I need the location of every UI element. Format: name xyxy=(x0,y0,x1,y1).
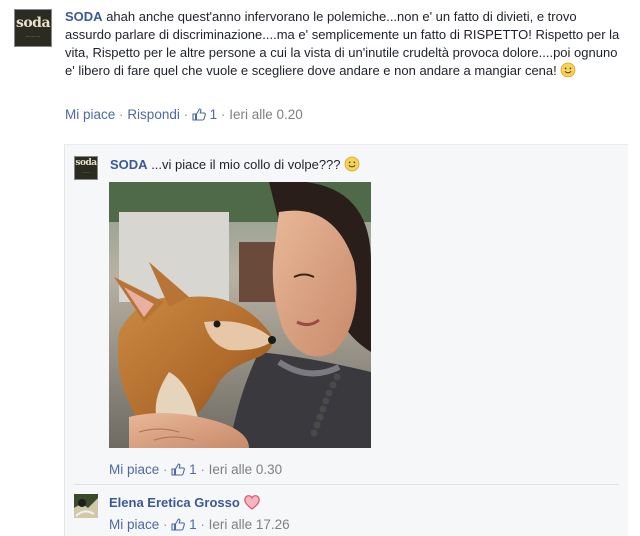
reply-author[interactable]: SODA xyxy=(110,157,148,172)
avatar[interactable]: soda — — — xyxy=(14,9,52,47)
like-count[interactable]: 1 xyxy=(189,517,197,532)
avatar-subtext: — — — xyxy=(25,33,41,38)
reply-body: SODA ...vi piace il mio collo di volpe??… xyxy=(110,156,610,174)
avatar-logo-text: soda xyxy=(75,158,97,168)
separator: · xyxy=(200,462,205,477)
thumbs-up-icon[interactable] xyxy=(192,108,206,121)
heart-icon xyxy=(244,495,260,510)
separator: · xyxy=(119,107,124,122)
comment-actions: Mi piace · Rispondi · 1 · Ieri alle 0.20 xyxy=(65,107,303,122)
timestamp[interactable]: Ieri alle 17.26 xyxy=(209,517,290,532)
thumbs-up-icon[interactable] xyxy=(171,463,186,476)
separator: · xyxy=(220,107,226,122)
avatar-logo-text: soda xyxy=(15,15,51,31)
timestamp[interactable]: Ieri alle 0.20 xyxy=(229,107,303,122)
avatar[interactable]: soda — — xyxy=(74,156,98,180)
separator: · xyxy=(200,517,205,532)
like-button[interactable]: Mi piace xyxy=(109,517,159,532)
reply-button[interactable]: Rispondi xyxy=(127,107,180,122)
separator: · xyxy=(163,517,168,532)
smiley-icon xyxy=(560,62,576,78)
comment-text: ahah anche quest'anno infervorano le pol… xyxy=(65,9,620,78)
separator: · xyxy=(183,107,189,122)
like-count[interactable]: 1 xyxy=(189,462,197,477)
reply-actions: Mi piace · 1 · Ieri alle 17.26 xyxy=(109,517,290,532)
attached-photo[interactable] xyxy=(109,182,371,448)
reply-actions: Mi piace · 1 · Ieri alle 0.30 xyxy=(109,462,282,477)
reply-divider xyxy=(74,484,619,485)
smiley-icon xyxy=(344,156,360,172)
thumbs-up-icon[interactable] xyxy=(171,518,186,531)
comment-author[interactable]: SODA xyxy=(65,9,103,24)
reply-body: Elena Eretica Grosso xyxy=(109,494,261,512)
separator: · xyxy=(163,462,168,477)
like-count[interactable]: 1 xyxy=(210,107,218,122)
comment-body: SODA ahah anche quest'anno infervorano l… xyxy=(65,8,625,80)
like-button[interactable]: Mi piace xyxy=(109,462,159,477)
timestamp[interactable]: Ieri alle 0.30 xyxy=(209,462,283,477)
like-button[interactable]: Mi piace xyxy=(65,107,115,122)
avatar[interactable] xyxy=(74,494,98,518)
reply-author[interactable]: Elena Eretica Grosso xyxy=(109,495,240,510)
avatar-subtext: — — xyxy=(82,170,90,174)
reply-text: ...vi piace il mio collo di volpe??? xyxy=(151,157,341,172)
